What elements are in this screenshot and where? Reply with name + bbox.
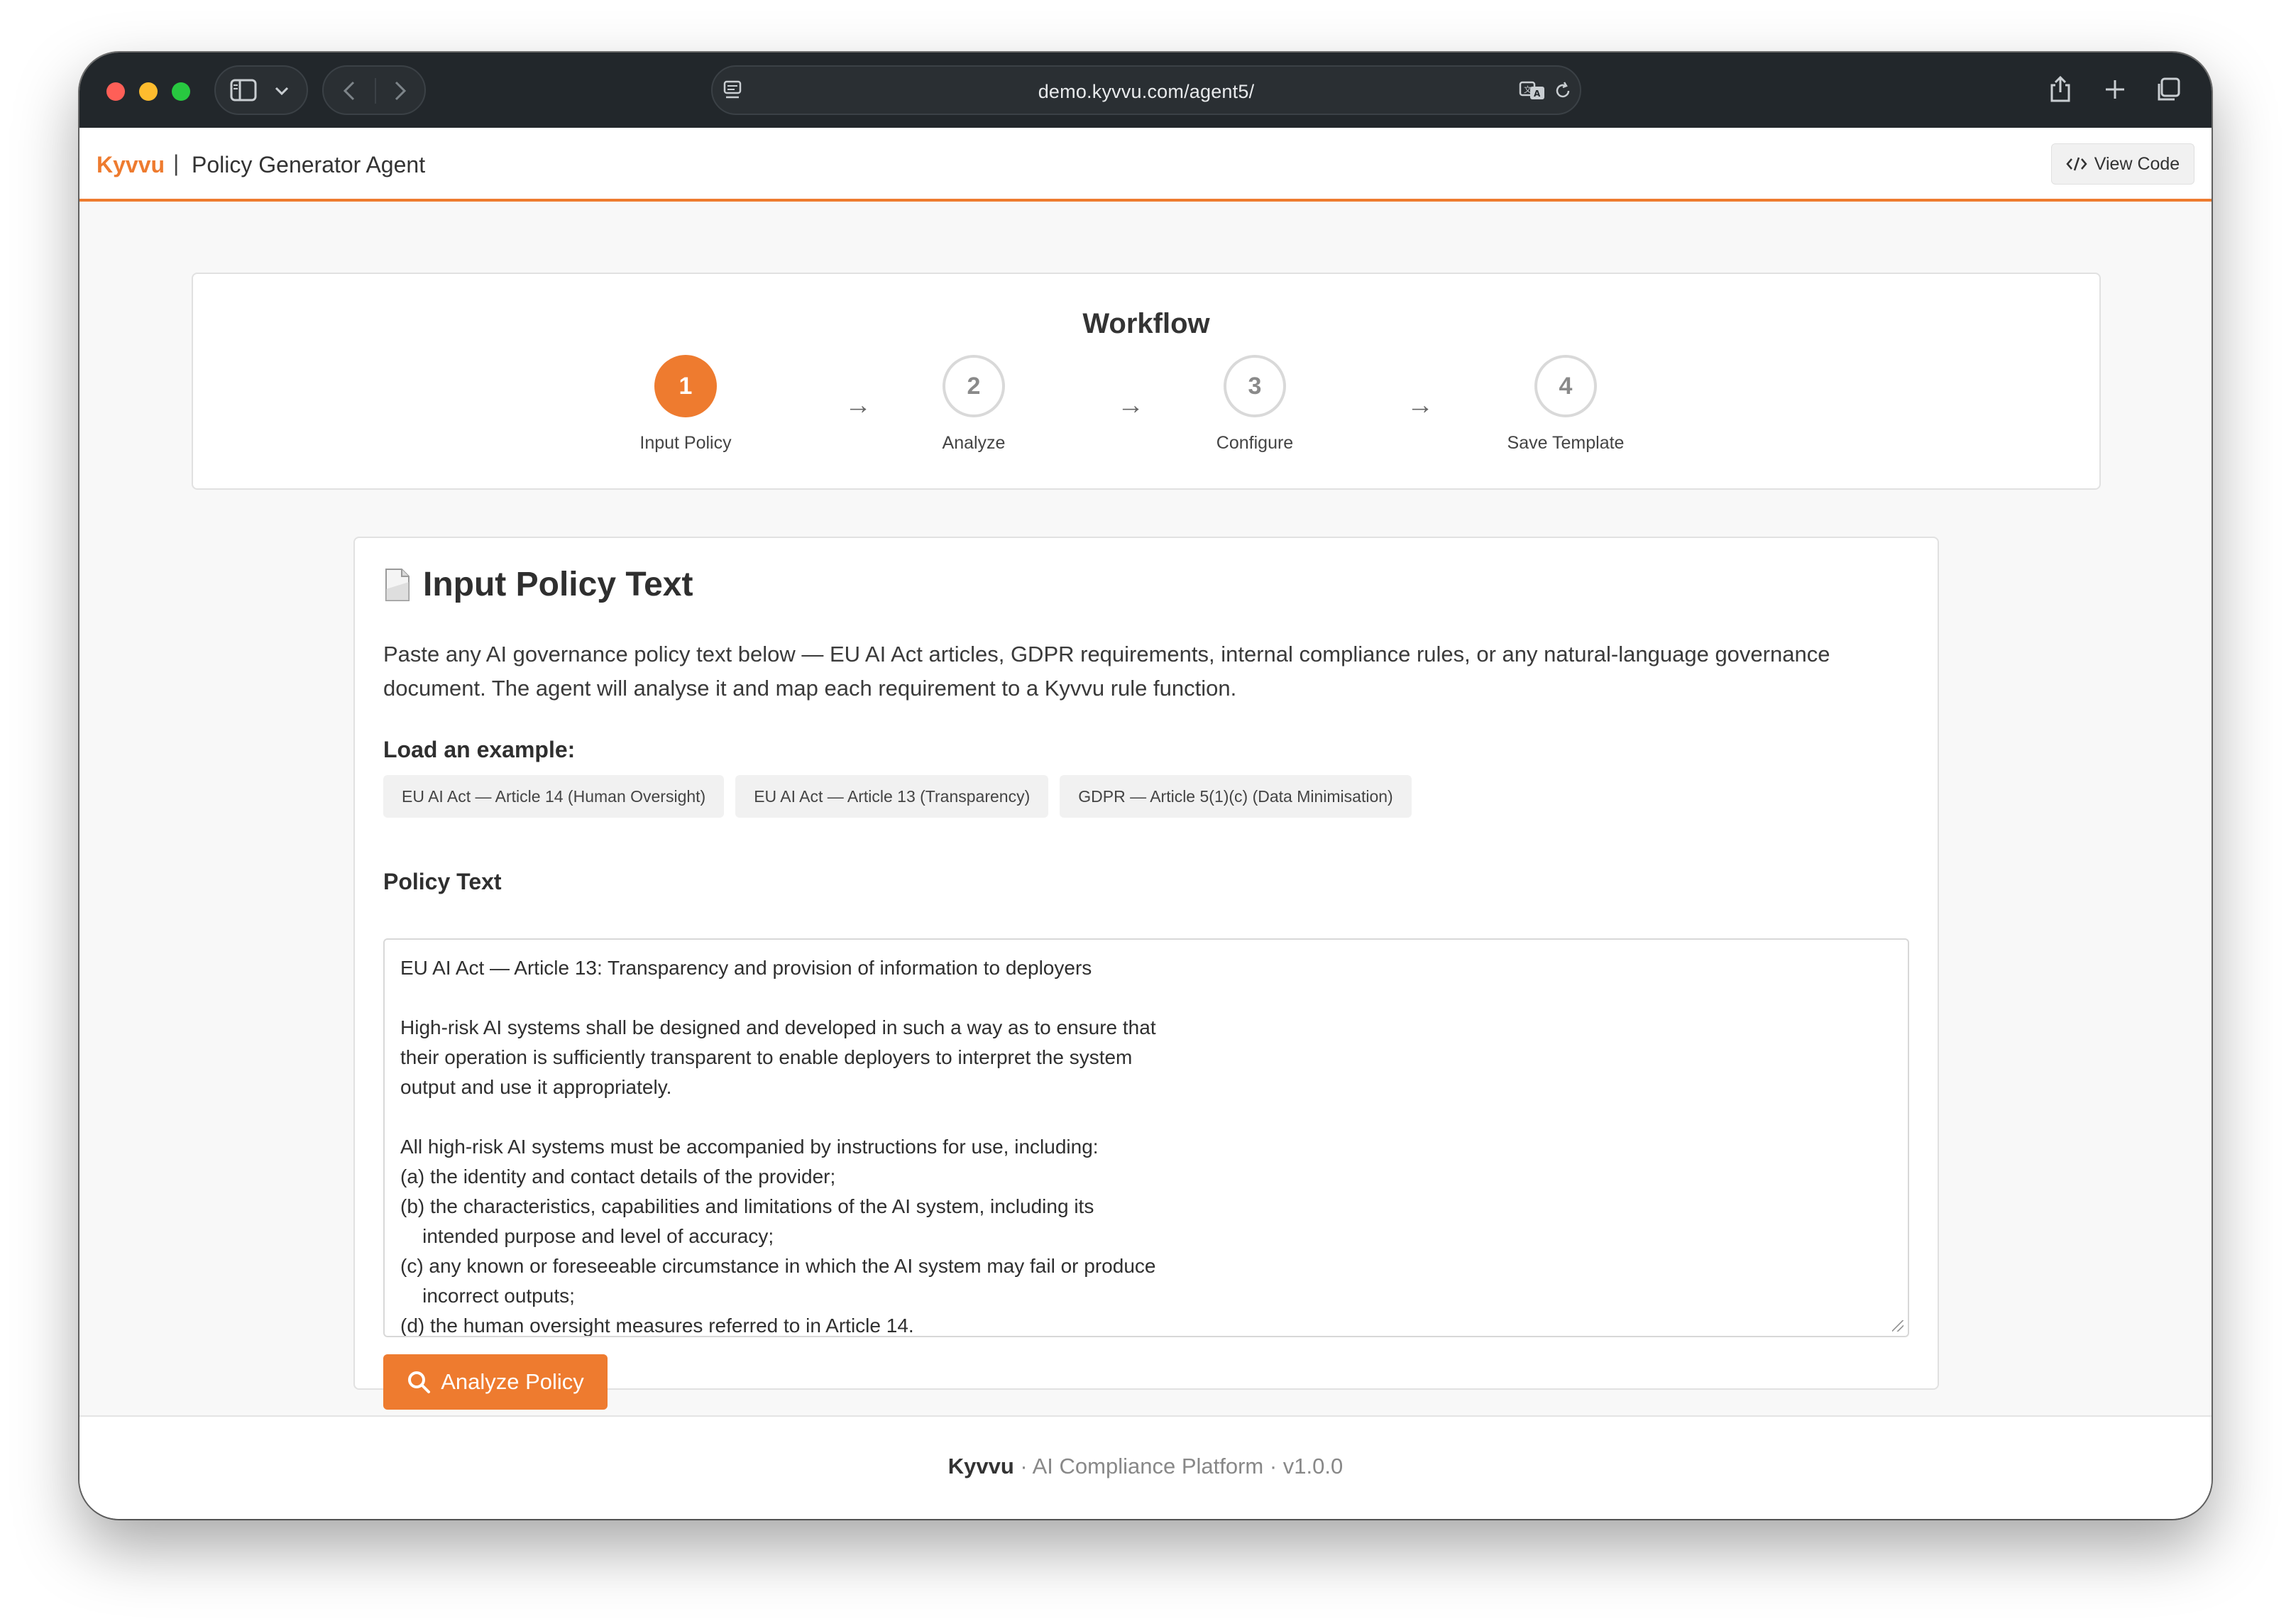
intro-text: Paste any AI governance policy text belo…: [383, 642, 1830, 701]
step-label: Input Policy: [639, 433, 732, 453]
arrow-right-icon: →: [1117, 390, 1144, 420]
translate-icon[interactable]: 文 A: [1519, 79, 1546, 102]
browser-titlebar: demo.kyvvu.com/agent5/ 文 A: [79, 53, 2212, 128]
example-button-article-14[interactable]: EU AI Act — Article 14 (Human Oversight): [383, 775, 725, 818]
address-bar[interactable]: demo.kyvvu.com/agent5/ 文 A: [711, 65, 1581, 115]
navigation-buttons: [322, 65, 426, 115]
step-label: Analyze: [942, 433, 1006, 453]
svg-text:A: A: [1534, 89, 1541, 99]
footer-info: · AI Compliance Platform · v1.0.0: [1013, 1454, 1344, 1478]
zoom-window-button[interactable]: [172, 82, 190, 101]
tab-overview-icon[interactable]: [2155, 77, 2182, 104]
card-title-text: Input Policy Text: [423, 566, 693, 603]
example-buttons: EU AI Act — Article 14 (Human Oversight)…: [383, 775, 1412, 818]
app-header: Kyvvu | Policy Generator Agent View Code: [79, 128, 2212, 202]
policy-line: High-risk AI systems shall be designed a…: [400, 1016, 1156, 1038]
new-tab-icon[interactable]: [2104, 78, 2126, 101]
share-icon[interactable]: [2048, 75, 2072, 104]
step-label: Save Template: [1507, 433, 1625, 453]
svg-text:文: 文: [1524, 84, 1532, 94]
card-title: Input Policy Text: [383, 565, 693, 604]
code-icon: [2066, 157, 2087, 171]
close-window-button[interactable]: [106, 82, 125, 101]
workflow-step-analyze[interactable]: 2 Analyze: [867, 355, 1080, 454]
forward-icon[interactable]: [390, 79, 409, 102]
load-example-label: Load an example:: [383, 737, 576, 762]
reload-icon[interactable]: [1553, 81, 1573, 101]
brand-logo[interactable]: Kyvvu: [97, 152, 165, 178]
arrow-right-icon: →: [1407, 390, 1434, 420]
app-title: Policy Generator Agent: [192, 152, 426, 177]
policy-line: their operation is sufficiently transpar…: [400, 1046, 1133, 1068]
minimize-window-button[interactable]: [139, 82, 158, 101]
policy-line: All high-risk AI systems must be accompa…: [400, 1136, 1099, 1158]
workflow-card: Workflow 1 Input Policy → 2 Analyze → 3 …: [192, 273, 2101, 490]
policy-text-input[interactable]: EU AI Act — Article 13: Transparency and…: [383, 938, 1909, 1337]
step-number: 3: [1224, 355, 1286, 417]
policy-line: (d) the human oversight measures referre…: [400, 1315, 914, 1337]
workflow-step-configure[interactable]: 3 Configure: [1148, 355, 1361, 454]
policy-line: output and use it appropriately.: [400, 1076, 672, 1098]
footer: Kyvvu · AI Compliance Platform · v1.0.0: [79, 1415, 2212, 1519]
workflow-step-input-policy[interactable]: 1 Input Policy: [579, 355, 792, 454]
view-code-button[interactable]: View Code: [2051, 143, 2194, 185]
header-separator: |: [173, 150, 180, 176]
browser-window: demo.kyvvu.com/agent5/ 文 A Kyvvu | Polic…: [79, 53, 2212, 1519]
example-button-gdpr[interactable]: GDPR — Article 5(1)(c) (Data Minimisatio…: [1060, 775, 1412, 818]
example-button-article-13[interactable]: EU AI Act — Article 13 (Transparency): [735, 775, 1049, 818]
document-icon: [385, 568, 410, 601]
policy-line: (b) the characteristics, capabilities an…: [400, 1195, 1094, 1217]
back-icon[interactable]: [341, 79, 359, 102]
policy-line: incorrect outputs;: [400, 1285, 575, 1307]
step-number: 4: [1534, 355, 1597, 417]
policy-text-label: Policy Text: [383, 869, 502, 894]
footer-text: Kyvvu · AI Compliance Platform · v1.0.0: [79, 1454, 2212, 1479]
search-icon: [408, 1371, 431, 1393]
resize-handle[interactable]: [1892, 1320, 1903, 1332]
analyze-policy-label: Analyze Policy: [441, 1369, 584, 1394]
analyze-policy-button[interactable]: Analyze Policy: [383, 1354, 608, 1410]
url-text: demo.kyvvu.com/agent5/: [1038, 81, 1255, 102]
sidebar-icon: [230, 79, 257, 102]
input-policy-card: Input Policy Text Paste any AI governanc…: [353, 537, 1939, 1410]
policy-line: (a) the identity and contact details of …: [400, 1165, 836, 1187]
step-label: Configure: [1216, 433, 1294, 453]
browser-actions: [2040, 65, 2204, 115]
view-code-label: View Code: [2094, 153, 2180, 174]
sidebar-toggle[interactable]: [214, 65, 308, 115]
policy-line: (c) any known or foreseeable circumstanc…: [400, 1255, 1156, 1277]
step-number: 1: [654, 355, 717, 417]
chevron-down-icon[interactable]: [274, 85, 290, 97]
step-number: 2: [943, 355, 1005, 417]
policy-line: intended purpose and level of accuracy;: [400, 1225, 774, 1247]
footer-brand: Kyvvu: [947, 1454, 1014, 1478]
workflow-step-save-template[interactable]: 4 Save Template: [1459, 355, 1672, 454]
workflow-title: Workflow: [1082, 308, 1210, 339]
policy-line: EU AI Act — Article 13: Transparency and…: [400, 957, 1092, 979]
